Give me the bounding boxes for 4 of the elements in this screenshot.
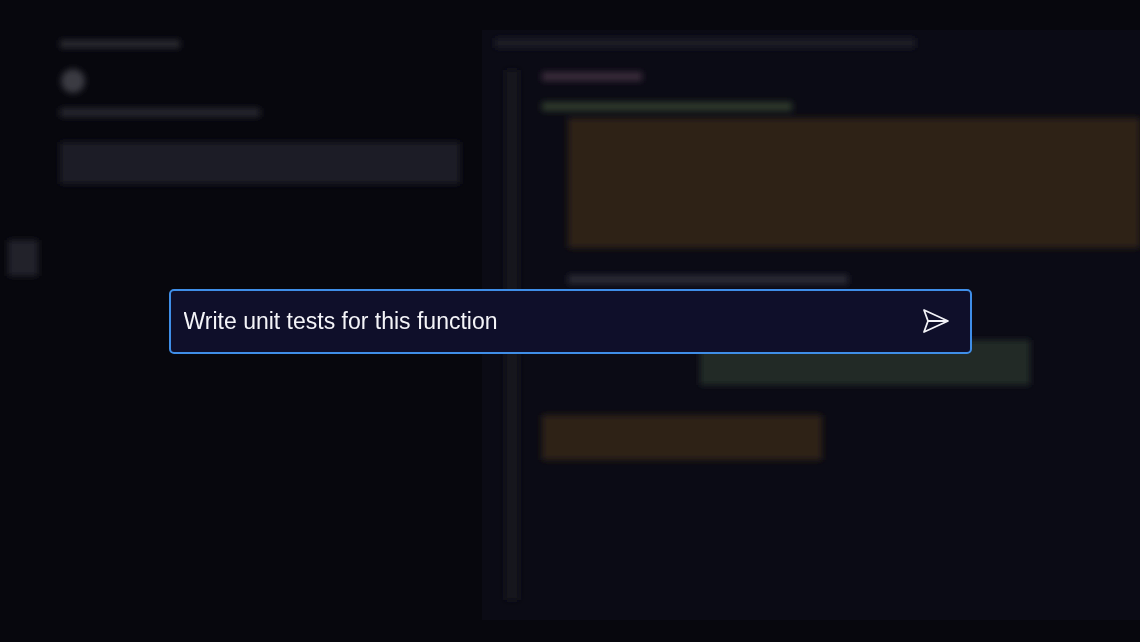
send-icon xyxy=(921,308,950,334)
send-button[interactable] xyxy=(921,308,950,334)
prompt-input[interactable]: Write unit tests for this function xyxy=(183,307,922,335)
input-field[interactable]: Write unit tests for this function xyxy=(168,288,972,354)
